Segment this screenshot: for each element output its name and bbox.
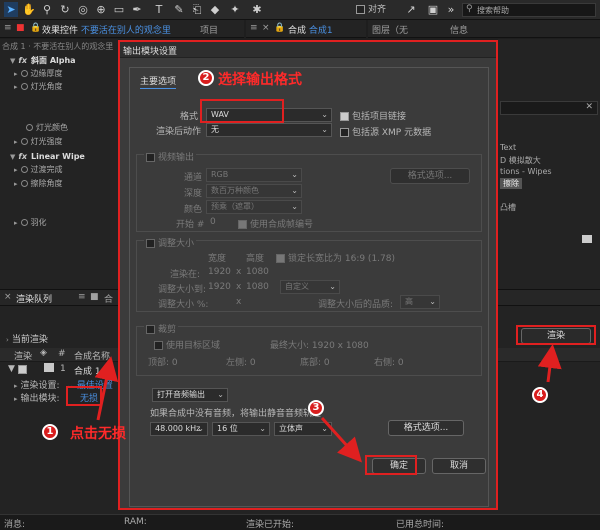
arrow-to-render bbox=[537, 344, 562, 383]
annotation-arrows bbox=[94, 344, 562, 463]
arrow-to-ok bbox=[320, 416, 363, 463]
arrow-to-output-module bbox=[94, 356, 119, 421]
